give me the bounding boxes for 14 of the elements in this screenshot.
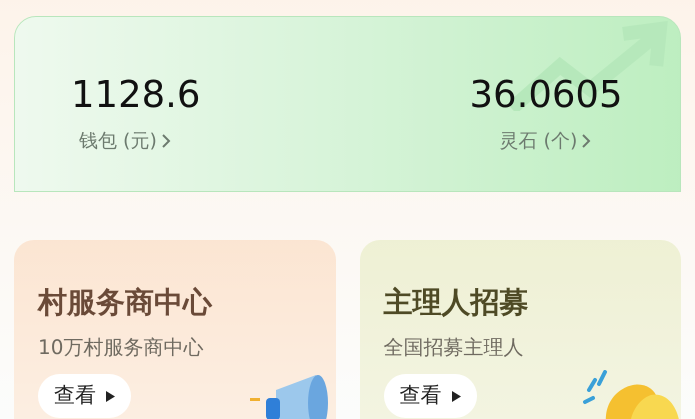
play-triangle-icon (106, 390, 115, 402)
card-title: 主理人招募 (384, 284, 530, 321)
play-triangle-icon (452, 390, 460, 402)
stat-label-link[interactable]: 钱包 (元) (79, 127, 348, 156)
card-title: 村服务商中心 (38, 284, 214, 321)
chevron-right-icon (160, 133, 171, 150)
view-button[interactable]: 查看 (384, 374, 476, 418)
card-subtitle: 10万村服务商中心 (38, 334, 204, 361)
view-button[interactable]: 查看 (38, 374, 131, 418)
chevron-right-icon (581, 133, 592, 150)
stat-label-link[interactable]: 灵石 (个) (500, 127, 680, 156)
card-subtitle: 全国招募主理人 (384, 334, 524, 361)
stat-value: 1128.6 (71, 72, 202, 118)
stat-value: 36.0605 (470, 72, 624, 118)
